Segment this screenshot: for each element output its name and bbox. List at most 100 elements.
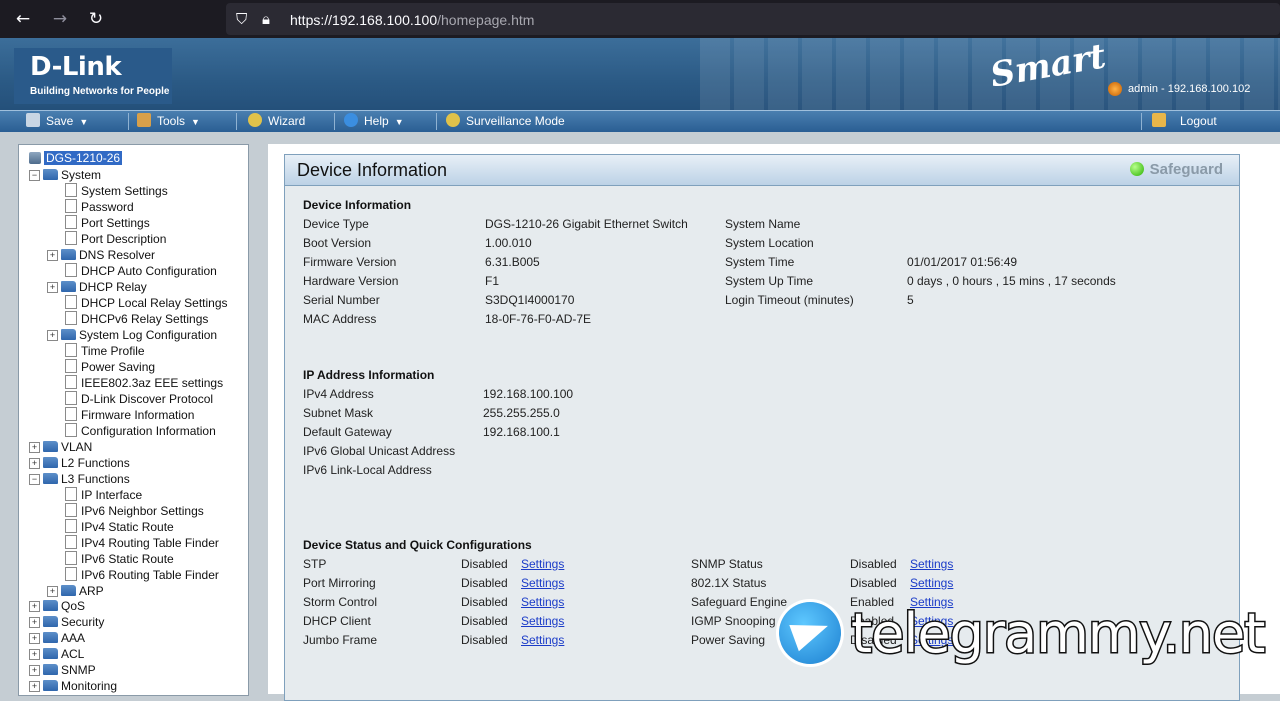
- folder-icon: [43, 680, 58, 691]
- toolbar-divider: [436, 113, 437, 130]
- device-type-label: Device Type: [303, 217, 369, 231]
- page-icon: [65, 231, 77, 245]
- expand-icon[interactable]: +: [29, 442, 40, 453]
- tree-item[interactable]: IPv6 Static Route: [65, 551, 174, 567]
- tree-item[interactable]: DHCPv6 Relay Settings: [65, 311, 208, 327]
- forward-arrow-icon[interactable]: →: [47, 6, 73, 32]
- tools-icon: [137, 113, 151, 127]
- ipv4-address-label: IPv4 Address: [303, 387, 374, 401]
- tree-item[interactable]: Configuration Information: [65, 423, 216, 439]
- tree-folder-qos[interactable]: + QoS: [29, 598, 85, 614]
- tree-item[interactable]: System Settings: [65, 183, 168, 199]
- expand-icon[interactable]: +: [47, 282, 58, 293]
- system-time-value: 01/01/2017 01:56:49: [907, 255, 1018, 269]
- expand-icon[interactable]: +: [29, 633, 40, 644]
- page-icon: [65, 263, 77, 277]
- tree-item[interactable]: DHCP Auto Configuration: [65, 263, 217, 279]
- expand-icon[interactable]: +: [47, 250, 58, 261]
- tree-folder-system[interactable]: − System: [29, 167, 101, 183]
- lock-icon[interactable]: 🔒︎: [262, 8, 270, 30]
- tree-item[interactable]: D-Link Discover Protocol: [65, 391, 213, 407]
- expand-icon[interactable]: +: [29, 617, 40, 628]
- tree-folder[interactable]: + System Log Configuration: [47, 327, 217, 343]
- page-icon: [65, 407, 77, 421]
- tree-item[interactable]: IEEE802.3az EEE settings: [65, 375, 223, 391]
- logout-button[interactable]: Logout: [1152, 113, 1217, 130]
- folder-icon: [43, 632, 58, 643]
- serial-number-value: S3DQ1I4000170: [485, 293, 575, 307]
- tree-folder-l2[interactable]: + L2 Functions: [29, 455, 130, 471]
- tree-folder[interactable]: + DHCP Relay: [47, 279, 147, 295]
- tree-item[interactable]: Port Description: [65, 231, 166, 247]
- page-icon: [65, 487, 77, 501]
- tree-item[interactable]: IPv6 Routing Table Finder: [65, 567, 219, 583]
- stp-value: Disabled: [461, 557, 508, 571]
- tree-root[interactable]: DGS-1210-26: [29, 150, 123, 166]
- page-icon: [65, 567, 77, 581]
- expand-icon[interactable]: +: [47, 330, 58, 341]
- tree-item[interactable]: Firmware Information: [65, 407, 194, 423]
- expand-icon[interactable]: +: [29, 665, 40, 676]
- folder-icon: [43, 600, 58, 611]
- tree-item[interactable]: IPv6 Neighbor Settings: [65, 503, 204, 519]
- igmp-snooping-label: IGMP Snooping: [691, 614, 776, 628]
- toolbar-divider: [128, 113, 129, 130]
- tree-folder-snmp[interactable]: + SNMP: [29, 662, 96, 678]
- back-arrow-icon[interactable]: ←: [10, 6, 36, 32]
- tree-item[interactable]: Power Saving: [65, 359, 155, 375]
- help-menu[interactable]: Help ▼: [344, 113, 404, 130]
- tree-folder[interactable]: + ARP: [47, 583, 104, 599]
- folder-icon: [43, 664, 58, 675]
- url-text[interactable]: https://192.168.100.100/homepage.htm: [290, 12, 534, 28]
- reload-icon[interactable]: ↻: [83, 6, 109, 32]
- storm-control-settings-link[interactable]: Settings: [521, 595, 564, 609]
- expand-icon[interactable]: +: [29, 458, 40, 469]
- system-uptime-label: System Up Time: [725, 274, 814, 288]
- surveillance-mode-button[interactable]: Surveillance Mode: [446, 113, 565, 130]
- tree-folder[interactable]: + DNS Resolver: [47, 247, 155, 263]
- tree-folder-aaa[interactable]: + AAA: [29, 630, 85, 646]
- port-mirroring-label: Port Mirroring: [303, 576, 376, 590]
- snmp-settings-link[interactable]: Settings: [910, 557, 953, 571]
- tree-folder-vlan[interactable]: + VLAN: [29, 439, 92, 455]
- expand-icon[interactable]: +: [29, 649, 40, 660]
- address-bar[interactable]: ⛉ 🔒︎ https://192.168.100.100/homepage.ht…: [226, 3, 1280, 35]
- jumbo-frame-settings-link[interactable]: Settings: [521, 633, 564, 647]
- collapse-icon[interactable]: −: [29, 170, 40, 181]
- system-name-label: System Name: [725, 217, 801, 231]
- tree-folder-l3[interactable]: − L3 Functions: [29, 471, 130, 487]
- tree-item[interactable]: IP Interface: [65, 487, 142, 503]
- folder-icon: [61, 281, 76, 292]
- user-icon: [1108, 82, 1122, 96]
- tree-item[interactable]: Port Settings: [65, 215, 150, 231]
- page-icon: [65, 199, 77, 213]
- dot1x-settings-link[interactable]: Settings: [910, 576, 953, 590]
- shield-icon[interactable]: ⛉: [236, 8, 247, 30]
- expand-icon[interactable]: +: [29, 601, 40, 612]
- stp-settings-link[interactable]: Settings: [521, 557, 564, 571]
- tree-folder-acl[interactable]: + ACL: [29, 646, 84, 662]
- wizard-button[interactable]: Wizard: [248, 113, 305, 130]
- tree-item[interactable]: IPv4 Static Route: [65, 519, 174, 535]
- ipv6-linklocal-label: IPv6 Link-Local Address: [303, 463, 432, 477]
- tools-menu[interactable]: Tools ▼: [137, 113, 200, 130]
- expand-icon[interactable]: +: [29, 681, 40, 692]
- mac-address-value: 18-0F-76-F0-AD-7E: [485, 312, 592, 326]
- power-saving-label: Power Saving: [691, 633, 766, 647]
- tree-item[interactable]: IPv4 Routing Table Finder: [65, 535, 219, 551]
- save-menu[interactable]: Save ▼: [26, 113, 88, 130]
- folder-icon: [43, 473, 58, 484]
- collapse-icon[interactable]: −: [29, 474, 40, 485]
- port-mirroring-settings-link[interactable]: Settings: [521, 576, 564, 590]
- tree-item[interactable]: Time Profile: [65, 343, 145, 359]
- floppy-disk-icon: [26, 113, 40, 127]
- tree-folder-monitoring[interactable]: + Monitoring: [29, 678, 117, 694]
- page-icon: [65, 391, 77, 405]
- dhcp-client-settings-link[interactable]: Settings: [521, 614, 564, 628]
- expand-icon[interactable]: +: [47, 586, 58, 597]
- tree-item[interactable]: Password: [65, 199, 134, 215]
- tree-item[interactable]: DHCP Local Relay Settings: [65, 295, 228, 311]
- telegram-logo-icon: [779, 602, 841, 664]
- page-icon: [65, 503, 77, 517]
- tree-folder-security[interactable]: + Security: [29, 614, 104, 630]
